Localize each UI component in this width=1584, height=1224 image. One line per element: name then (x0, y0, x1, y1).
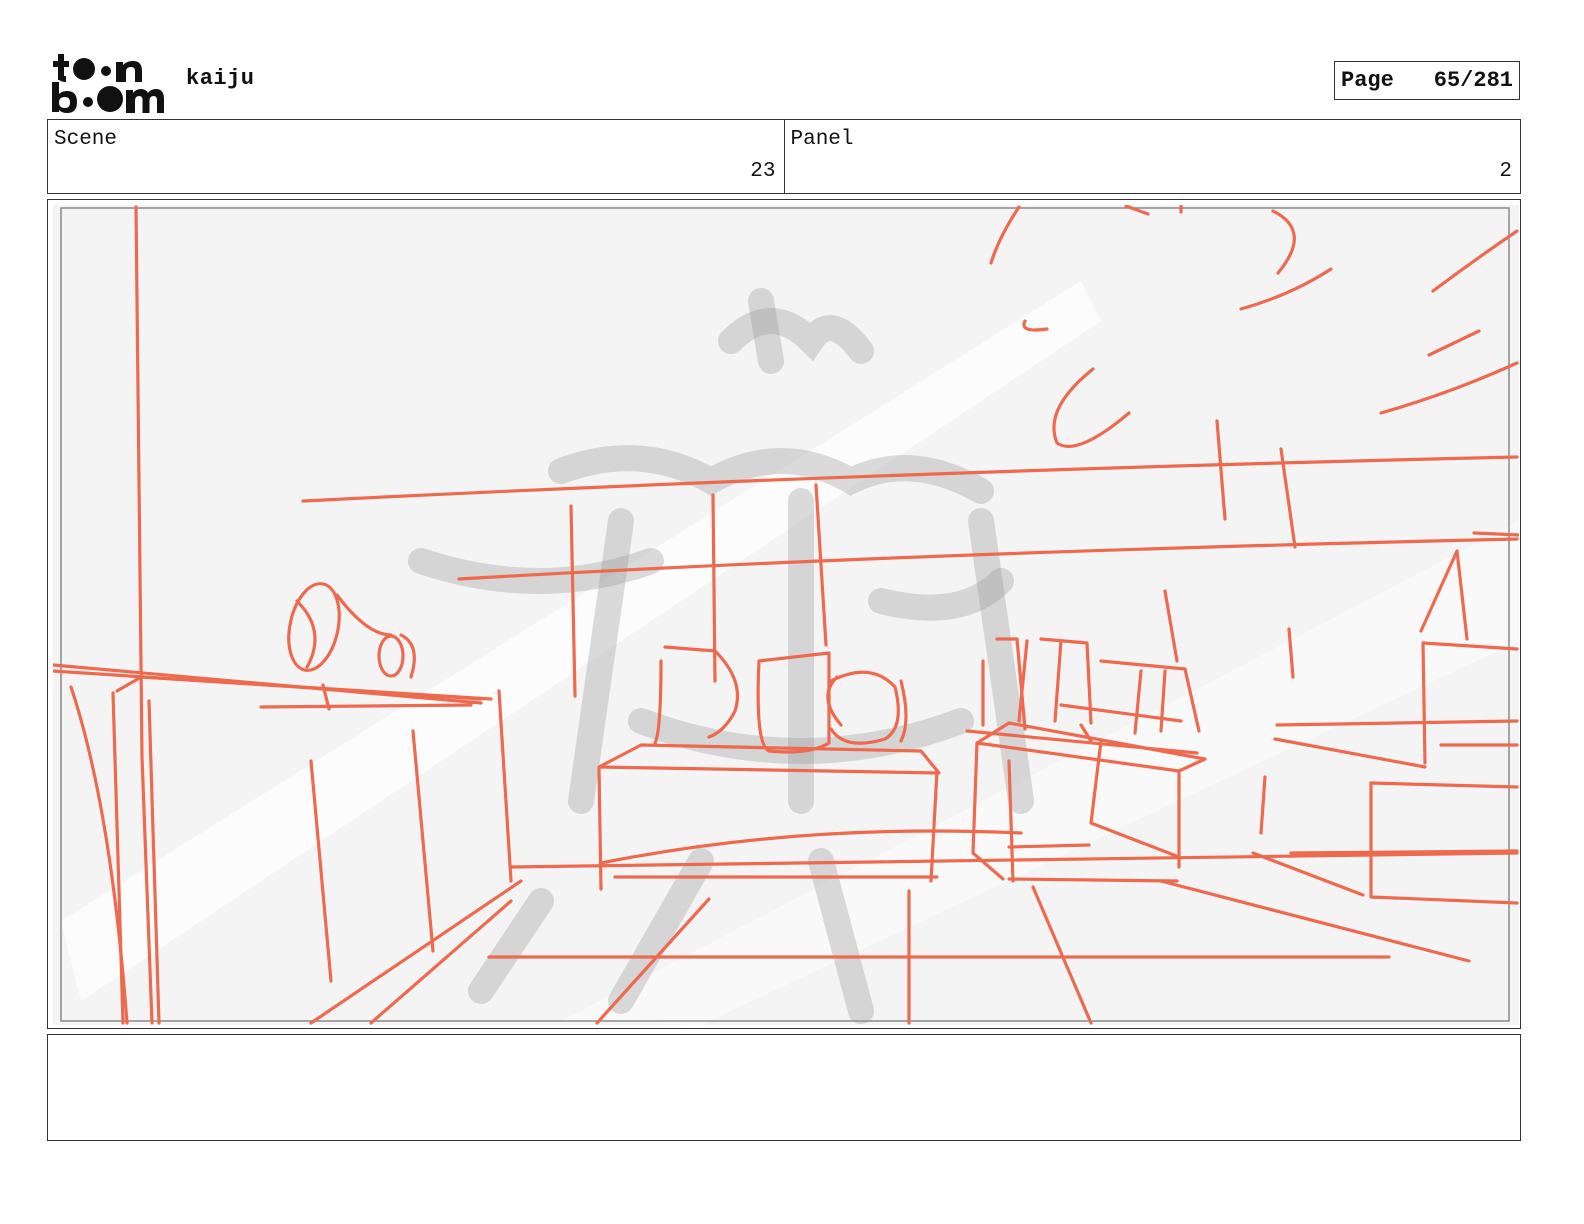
scene-panel-row: Scene 23 Panel 2 (47, 119, 1521, 194)
notes-box (47, 1034, 1521, 1141)
panel-cell: Panel 2 (783, 120, 1521, 193)
storyboard-panel (47, 199, 1521, 1029)
panel-sketch (53, 205, 1519, 1025)
panel-number: 2 (1499, 160, 1512, 183)
page-indicator: Page 65/281 (1334, 61, 1520, 100)
panel-label: Panel (790, 128, 854, 151)
scene-number: 23 (750, 160, 776, 183)
scene-cell: Scene 23 (48, 120, 784, 193)
scene-label: Scene (54, 128, 118, 151)
page-number: 65/281 (1433, 68, 1513, 93)
project-title: kaiju (186, 66, 255, 91)
page-label: Page (1341, 68, 1394, 93)
toonboom-logo (52, 54, 164, 113)
